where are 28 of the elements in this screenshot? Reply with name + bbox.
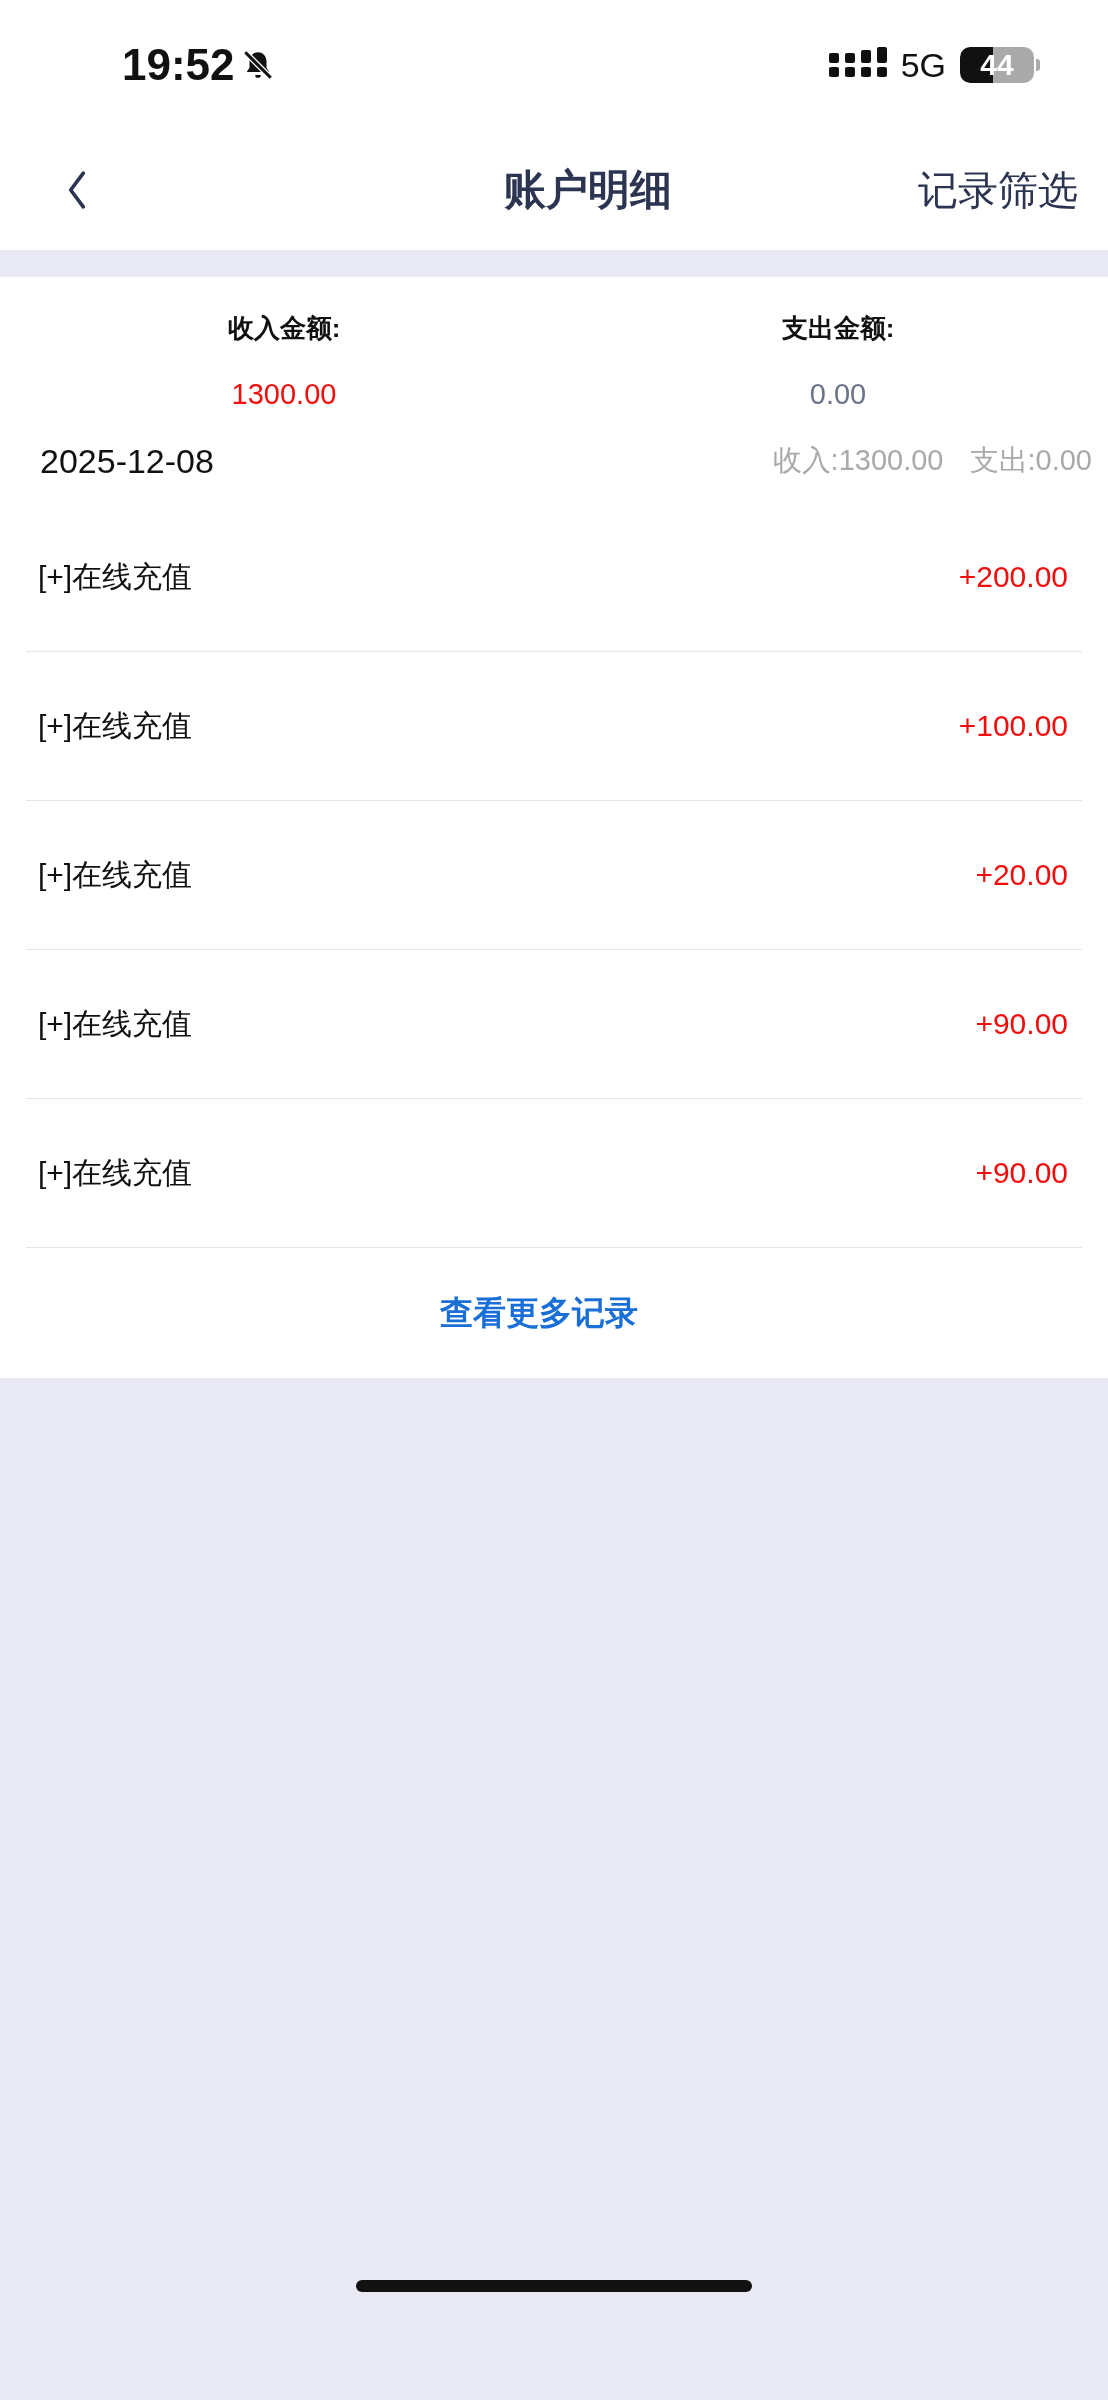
- record-title: [+]在线充值: [38, 1005, 193, 1042]
- record-row[interactable]: [+]在线充值 +90.00: [26, 1099, 1082, 1248]
- record-title: [+]在线充值: [38, 707, 193, 744]
- status-time: 19:52: [122, 40, 235, 90]
- date-heading: 2025-12-08: [40, 441, 214, 481]
- day-income-total: 收入:1300.00: [772, 443, 944, 478]
- record-title: [+]在线充值: [38, 856, 193, 893]
- filter-link[interactable]: 记录筛选: [918, 162, 1078, 218]
- summary-amount: 0.00: [809, 378, 867, 411]
- page-title: 账户明细: [504, 165, 672, 215]
- record-title: [+]在线充值: [38, 1154, 193, 1191]
- day-expense-total: 支出:0.00: [969, 443, 1092, 478]
- record-row[interactable]: [+]在线充值 +100.00: [26, 652, 1082, 801]
- record-row[interactable]: [+]在线充值 +20.00: [26, 801, 1082, 950]
- record-amount: +100.00: [958, 709, 1068, 743]
- summary-label: 收入金额:: [227, 312, 341, 345]
- record-amount: +200.00: [958, 560, 1068, 594]
- record-amount: +90.00: [975, 1156, 1068, 1190]
- more-records-link[interactable]: 查看更多记录: [440, 1290, 638, 1336]
- summary-amount: 1300.00: [231, 378, 337, 411]
- record-row[interactable]: [+]在线充值 +90.00: [26, 950, 1082, 1099]
- back-icon[interactable]: [66, 169, 88, 211]
- network-label: 5G: [900, 45, 946, 85]
- record-title: [+]在线充值: [38, 558, 193, 595]
- record-amount: +90.00: [975, 1007, 1068, 1041]
- record-amount: +20.00: [975, 858, 1068, 892]
- record-row[interactable]: [+]在线充值 +200.00: [26, 503, 1082, 652]
- summary-label: 支出金额:: [781, 312, 895, 345]
